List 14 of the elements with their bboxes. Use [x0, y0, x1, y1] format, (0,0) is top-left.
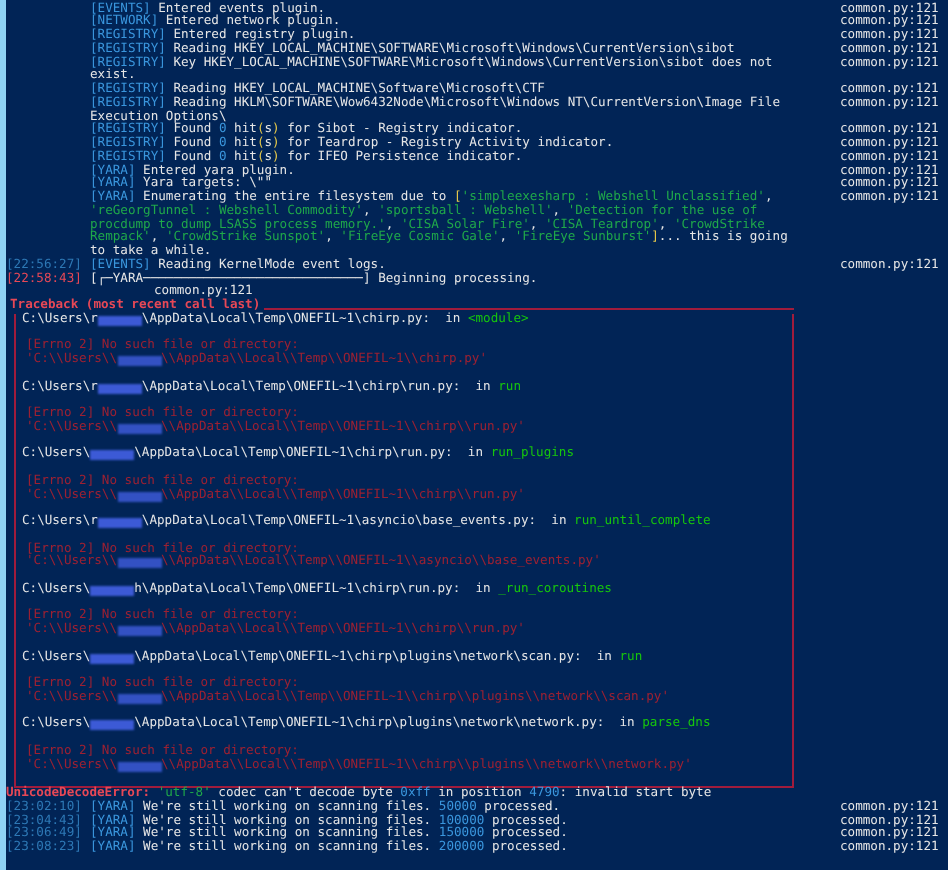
redaction-mark	[117, 356, 161, 367]
redaction-mark	[117, 491, 161, 502]
redaction-mark	[90, 585, 135, 596]
redaction-mark	[117, 693, 161, 704]
redaction-mark	[97, 315, 142, 326]
redaction-mark	[117, 626, 161, 637]
redaction-mark	[90, 720, 135, 731]
redaction-mark	[117, 761, 161, 772]
redaction-mark	[117, 558, 161, 569]
redaction-mark	[97, 383, 142, 394]
redaction-mark	[90, 450, 135, 461]
redaction-mark	[97, 518, 142, 529]
redaction-mark	[117, 423, 161, 434]
redaction-mark	[90, 653, 135, 664]
